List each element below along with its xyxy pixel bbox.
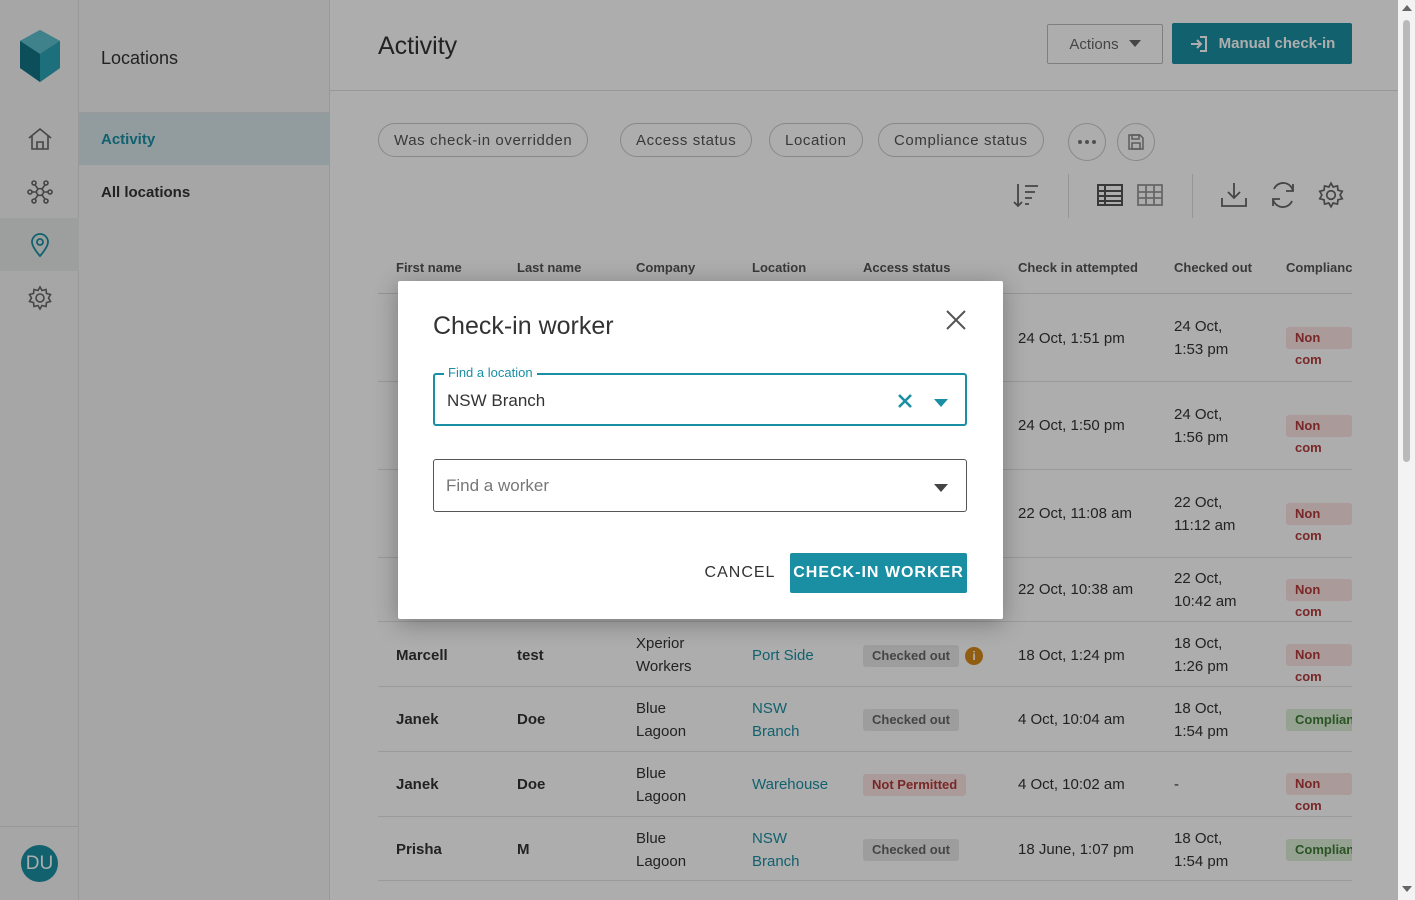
worker-search-input[interactable]	[446, 474, 906, 498]
chevron-down-icon[interactable]	[934, 484, 948, 492]
location-field-label: Find a location	[444, 365, 537, 380]
page-scrollbar[interactable]	[1398, 0, 1415, 900]
scroll-down-arrow[interactable]	[1402, 886, 1412, 892]
scroll-up-arrow[interactable]	[1402, 5, 1412, 11]
cancel-button[interactable]: CANCEL	[700, 553, 780, 593]
location-field-value: NSW Branch	[447, 391, 546, 410]
worker-select[interactable]	[433, 459, 967, 512]
checkin-worker-dialog: Check-in worker Find a location NSW Bran…	[398, 281, 1003, 619]
location-select[interactable]: Find a location NSW Branch	[433, 365, 967, 426]
close-icon[interactable]	[943, 307, 969, 333]
checkin-worker-button[interactable]: CHECK-IN WORKER	[790, 553, 967, 593]
chevron-down-icon[interactable]	[934, 399, 948, 407]
scroll-thumb[interactable]	[1403, 20, 1410, 462]
dialog-title: Check-in worker	[433, 312, 614, 340]
clear-icon[interactable]	[895, 391, 915, 411]
